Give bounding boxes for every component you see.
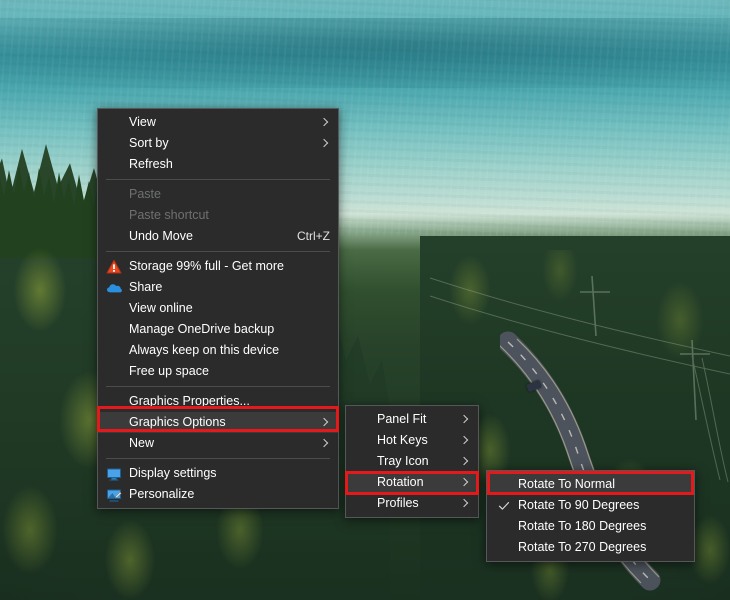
submenu-item-tray-icon[interactable]: Tray Icon	[346, 451, 478, 472]
menu-item-refresh[interactable]: Refresh	[98, 154, 338, 175]
menu-item-view-online[interactable]: View online	[98, 298, 338, 319]
submenu-item-rotate-to-normal[interactable]: Rotate To Normal	[487, 474, 694, 495]
menu-item-label: Graphics Options	[129, 412, 312, 433]
display-monitor-icon	[106, 466, 122, 482]
rotation-submenu[interactable]: Rotate To Normal Rotate To 90 Degrees Ro…	[486, 470, 695, 562]
submenu-item-profiles[interactable]: Profiles	[346, 493, 478, 514]
menu-item-free-up-space[interactable]: Free up space	[98, 361, 338, 382]
onedrive-cloud-icon	[106, 280, 122, 296]
submenu-item-label: Hot Keys	[377, 430, 452, 451]
menu-item-label: Share	[129, 277, 330, 298]
submenu-item-label: Panel Fit	[377, 409, 452, 430]
menu-item-graphics-options[interactable]: Graphics Options	[98, 412, 338, 433]
desktop[interactable]: View Sort by Refresh Paste Paste shortcu…	[0, 0, 730, 600]
submenu-item-label: Rotation	[377, 472, 452, 493]
menu-item-display-settings[interactable]: Display settings	[98, 463, 338, 484]
submenu-item-label: Rotate To 90 Degrees	[518, 495, 686, 516]
menu-item-shortcut: Ctrl+Z	[283, 226, 330, 247]
menu-item-share[interactable]: Share	[98, 277, 338, 298]
menu-item-label: Always keep on this device	[129, 340, 330, 361]
menu-item-label: Personalize	[129, 484, 330, 505]
personalize-monitor-icon	[106, 487, 122, 503]
menu-item-undo-move[interactable]: Undo Move Ctrl+Z	[98, 226, 338, 247]
chevron-right-icon	[460, 436, 470, 446]
menu-item-view[interactable]: View	[98, 112, 338, 133]
menu-item-manage-onedrive-backup[interactable]: Manage OneDrive backup	[98, 319, 338, 340]
menu-item-always-keep-on-this-device[interactable]: Always keep on this device	[98, 340, 338, 361]
chevron-right-icon	[460, 415, 470, 425]
menu-item-label: Paste shortcut	[129, 205, 330, 226]
submenu-item-label: Profiles	[377, 493, 452, 514]
menu-item-paste-shortcut: Paste shortcut	[98, 205, 338, 226]
menu-item-label: View	[129, 112, 312, 133]
graphics-options-submenu[interactable]: Panel Fit Hot Keys Tray Icon Rotation Pr…	[345, 405, 479, 518]
chevron-right-icon	[320, 439, 330, 449]
chevron-right-icon	[320, 418, 330, 428]
submenu-item-rotate-to-270-degrees[interactable]: Rotate To 270 Degrees	[487, 537, 694, 558]
submenu-item-rotation[interactable]: Rotation	[346, 472, 478, 493]
submenu-item-label: Tray Icon	[377, 451, 452, 472]
submenu-item-label: Rotate To 270 Degrees	[518, 537, 686, 558]
menu-item-label: View online	[129, 298, 330, 319]
menu-item-label: Refresh	[129, 154, 330, 175]
menu-item-label: Undo Move	[129, 226, 283, 247]
submenu-item-hot-keys[interactable]: Hot Keys	[346, 430, 478, 451]
menu-item-label: Storage 99% full - Get more	[129, 256, 330, 277]
checkmark-icon	[498, 500, 510, 512]
menu-item-label: Paste	[129, 184, 330, 205]
menu-item-label: Sort by	[129, 133, 312, 154]
chevron-right-icon	[460, 478, 470, 488]
chevron-right-icon	[460, 499, 470, 509]
desktop-context-menu[interactable]: View Sort by Refresh Paste Paste shortcu…	[97, 108, 339, 509]
menu-item-label: Free up space	[129, 361, 330, 382]
chevron-right-icon	[320, 118, 330, 128]
warning-triangle-icon	[106, 259, 122, 275]
menu-item-storage-full[interactable]: Storage 99% full - Get more	[98, 256, 338, 277]
menu-item-sort-by[interactable]: Sort by	[98, 133, 338, 154]
menu-separator	[106, 179, 330, 180]
menu-item-personalize[interactable]: Personalize	[98, 484, 338, 505]
menu-item-label: Manage OneDrive backup	[129, 319, 330, 340]
submenu-item-rotate-to-180-degrees[interactable]: Rotate To 180 Degrees	[487, 516, 694, 537]
menu-separator	[106, 458, 330, 459]
menu-item-label: Graphics Properties...	[129, 391, 330, 412]
menu-item-label: Display settings	[129, 463, 330, 484]
menu-item-label: New	[129, 433, 312, 454]
submenu-item-rotate-to-90-degrees[interactable]: Rotate To 90 Degrees	[487, 495, 694, 516]
menu-separator	[106, 251, 330, 252]
submenu-item-label: Rotate To Normal	[518, 474, 686, 495]
chevron-right-icon	[460, 457, 470, 467]
menu-separator	[106, 386, 330, 387]
chevron-right-icon	[320, 139, 330, 149]
submenu-item-panel-fit[interactable]: Panel Fit	[346, 409, 478, 430]
menu-item-graphics-properties[interactable]: Graphics Properties...	[98, 391, 338, 412]
menu-item-paste: Paste	[98, 184, 338, 205]
submenu-item-label: Rotate To 180 Degrees	[518, 516, 686, 537]
menu-item-new[interactable]: New	[98, 433, 338, 454]
